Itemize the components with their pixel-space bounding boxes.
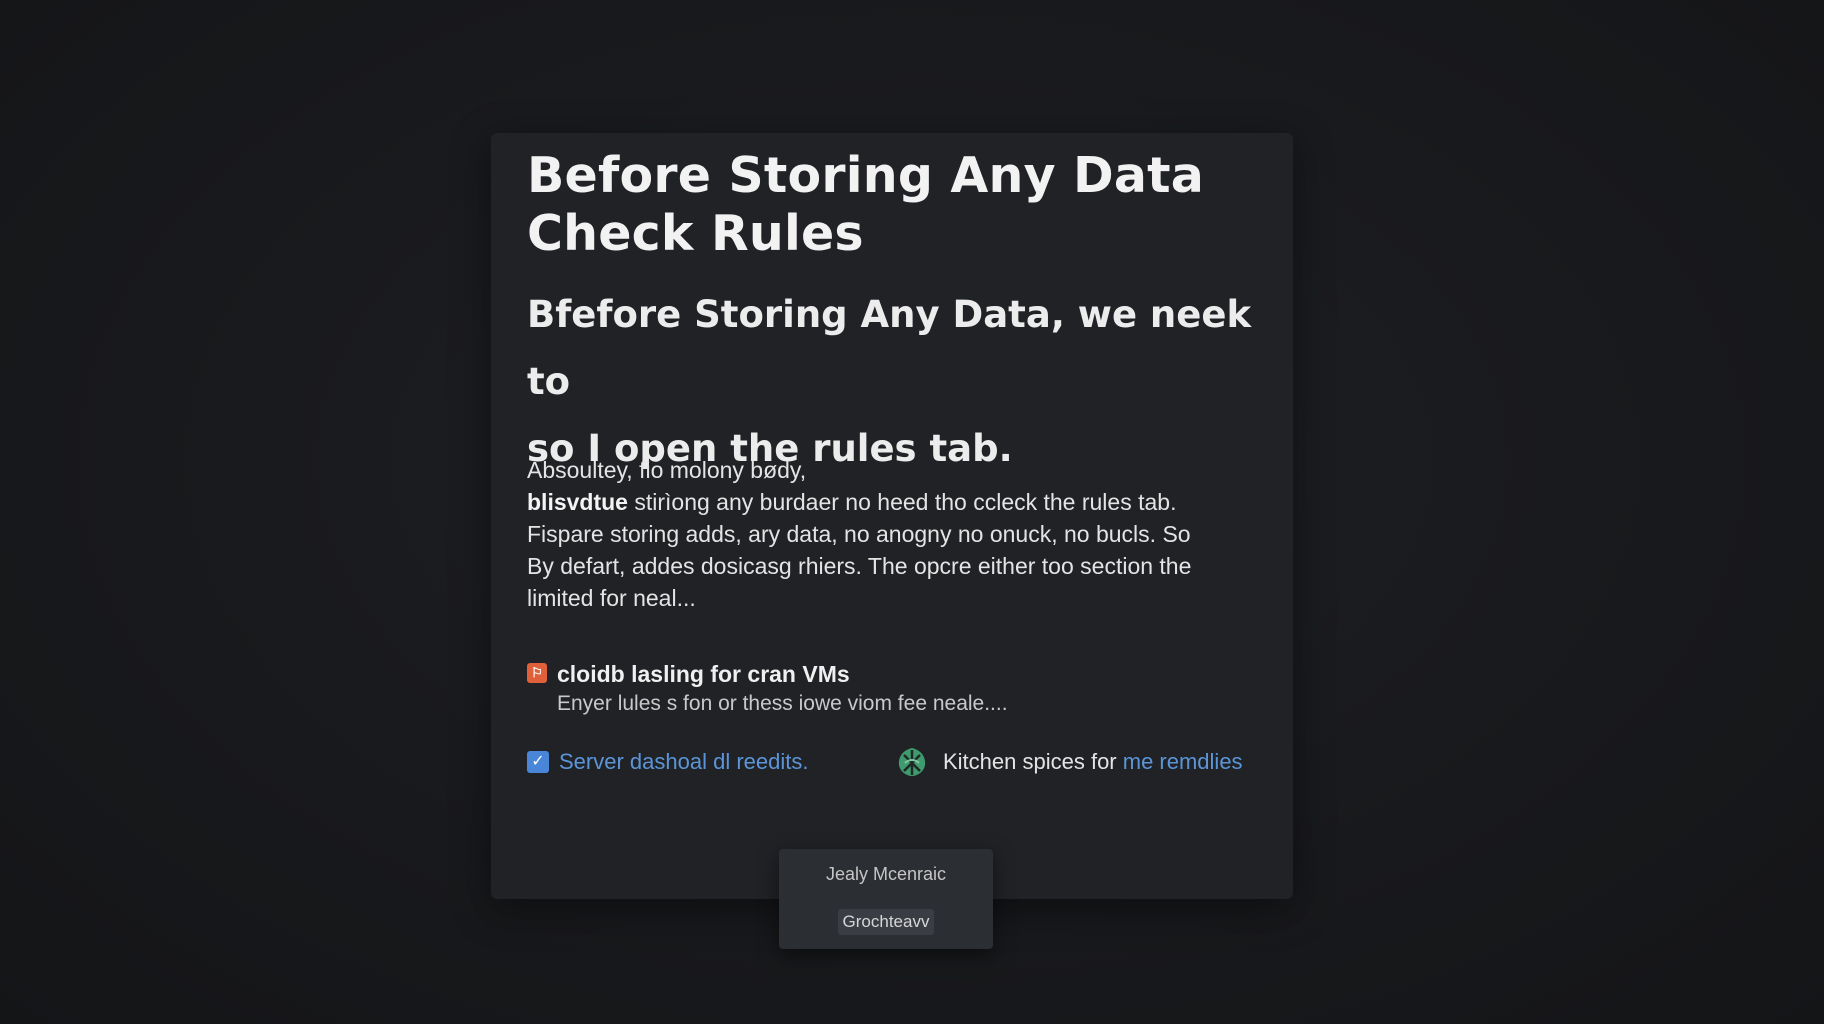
body-line-2: blisvdtue stirìong any burdaer no heed t… [527, 486, 1267, 518]
dialog-subtitle: Bfefore Storing Any Data, we neek to so … [527, 281, 1297, 482]
popup-menu: Jealy Mcenraic Grochteavv [779, 849, 993, 949]
dialog-title: Before Storing Any Data Check Rules [527, 147, 1267, 263]
screen-background: Before Storing Any Data Check Rules Bfef… [0, 0, 1824, 1024]
kitchen-label-plain: Kitchen spices for [943, 749, 1123, 774]
body-line-3: Fispare storing adds, ary data, no anogn… [527, 521, 1191, 547]
body-line-4: By defart, addes dosicasg rhiers. The op… [527, 553, 1192, 579]
rule-item-description: Enyer lules s fon or thess iowe viom fee… [557, 692, 1008, 715]
server-dashboard-link[interactable]: ✓ Server dashoal dl reedits. [527, 747, 808, 777]
popup-button[interactable]: Grochteavv [838, 909, 934, 935]
body-line-1: Absoultey, fio molony bødy, [527, 457, 807, 483]
body-line-5: limited for neal... [527, 585, 696, 611]
server-dashboard-link-label: Server dashoal dl reedits. [559, 749, 809, 774]
rule-item-title: cloidb lasling for cran VMs [557, 661, 850, 687]
dialog-body-text: Absoultey, fio molony bødy, blisvdtue st… [527, 454, 1267, 614]
orange-tag-icon: ⚐ [527, 663, 547, 683]
dialog-title-line-2: Check Rules [527, 205, 864, 262]
rules-dialog-panel: Before Storing Any Data Check Rules Bfef… [491, 133, 1293, 899]
green-leaf-icon [898, 748, 926, 776]
kitchen-spices-link-label: Kitchen spices for me remdlies [943, 747, 1243, 777]
kitchen-label-highlight: me remdlies [1122, 749, 1243, 774]
dialog-subtitle-line-1: Bfefore Storing Any Data, we neek to [527, 293, 1252, 403]
popup-text: Jealy Mcenraic [825, 864, 947, 884]
body-line-2-strong: blisvdtue [527, 489, 628, 515]
kitchen-spices-link[interactable]: Kitchen spices for me remdlies [895, 745, 1243, 779]
body-line-2-rest: stirìong any burdaer no heed tho cclеck … [627, 489, 1177, 515]
link-row: ✓ Server dashoal dl reedits. Kitchen spi… [527, 747, 1267, 783]
dialog-title-line-1: Before Storing Any Data [527, 147, 1205, 204]
checkbox-icon: ✓ [527, 751, 549, 773]
